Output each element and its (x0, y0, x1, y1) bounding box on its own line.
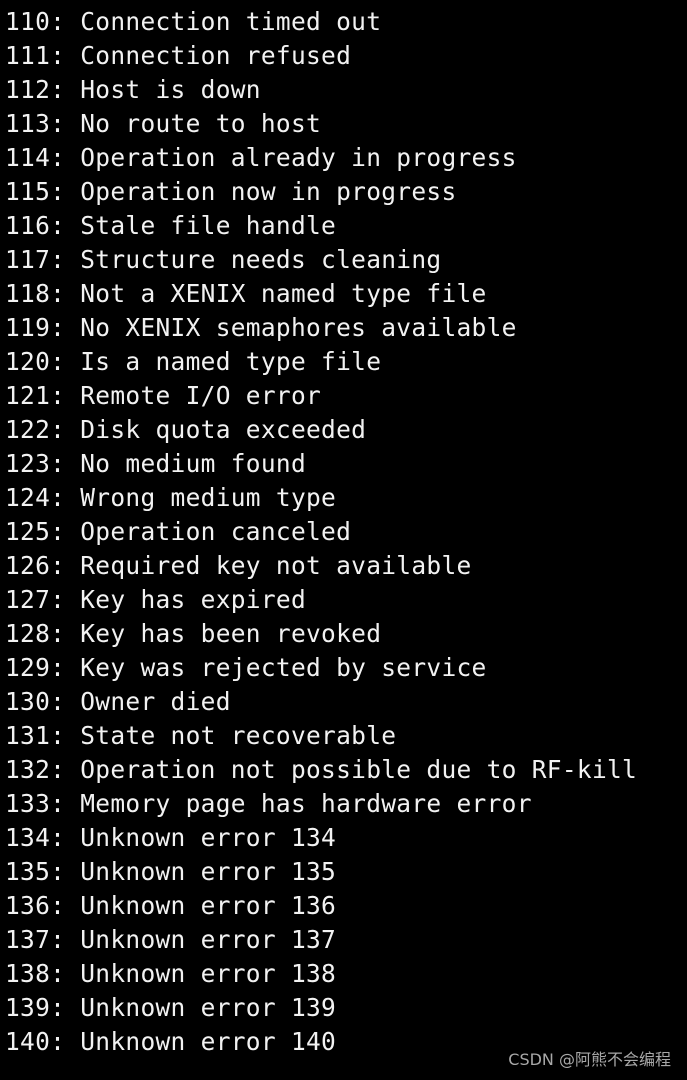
terminal-line: 130: Owner died (5, 687, 231, 716)
terminal-line: 134: Unknown error 134 (5, 823, 337, 852)
terminal-line: 122: Disk quota exceeded (5, 415, 367, 444)
terminal-line: 129: Key was rejected by service (5, 653, 487, 682)
terminal-line: 115: Operation now in progress (5, 177, 457, 206)
terminal-line: 136: Unknown error 136 (5, 891, 337, 920)
terminal-line: 123: No medium found (5, 449, 307, 478)
terminal-line: 132: Operation not possible due to RF-ki… (5, 755, 638, 784)
terminal-line: 137: Unknown error 137 (5, 925, 337, 954)
terminal-line: 110: Connection timed out (5, 7, 382, 36)
terminal-line: 114: Operation already in progress (5, 143, 517, 172)
terminal-output: 110: Connection timed out 111: Connection… (5, 5, 637, 1059)
terminal-line: 120: Is a named type file (5, 347, 382, 376)
terminal-line: 117: Structure needs cleaning (5, 245, 442, 274)
terminal-line: 133: Memory page has hardware error (5, 789, 532, 818)
terminal-line: 131: State not recoverable (5, 721, 397, 750)
terminal-line: 112: Host is down (5, 75, 261, 104)
terminal-line: 127: Key has expired (5, 585, 307, 614)
watermark: CSDN @阿熊不会编程 (508, 1050, 671, 1069)
terminal-line: 138: Unknown error 138 (5, 959, 337, 988)
terminal-line: 126: Required key not available (5, 551, 472, 580)
terminal-line: 128: Key has been revoked (5, 619, 382, 648)
terminal-line: 121: Remote I/O error (5, 381, 322, 410)
terminal-line: 124: Wrong medium type (5, 483, 337, 512)
terminal-line: 118: Not a XENIX named type file (5, 279, 487, 308)
terminal-line: 116: Stale file handle (5, 211, 337, 240)
terminal-line: 119: No XENIX semaphores available (5, 313, 517, 342)
terminal-line: 135: Unknown error 135 (5, 857, 337, 886)
terminal-line: 139: Unknown error 139 (5, 993, 337, 1022)
terminal-line: 125: Operation canceled (5, 517, 352, 546)
terminal-line: 113: No route to host (5, 109, 322, 138)
terminal-line: 111: Connection refused (5, 41, 352, 70)
